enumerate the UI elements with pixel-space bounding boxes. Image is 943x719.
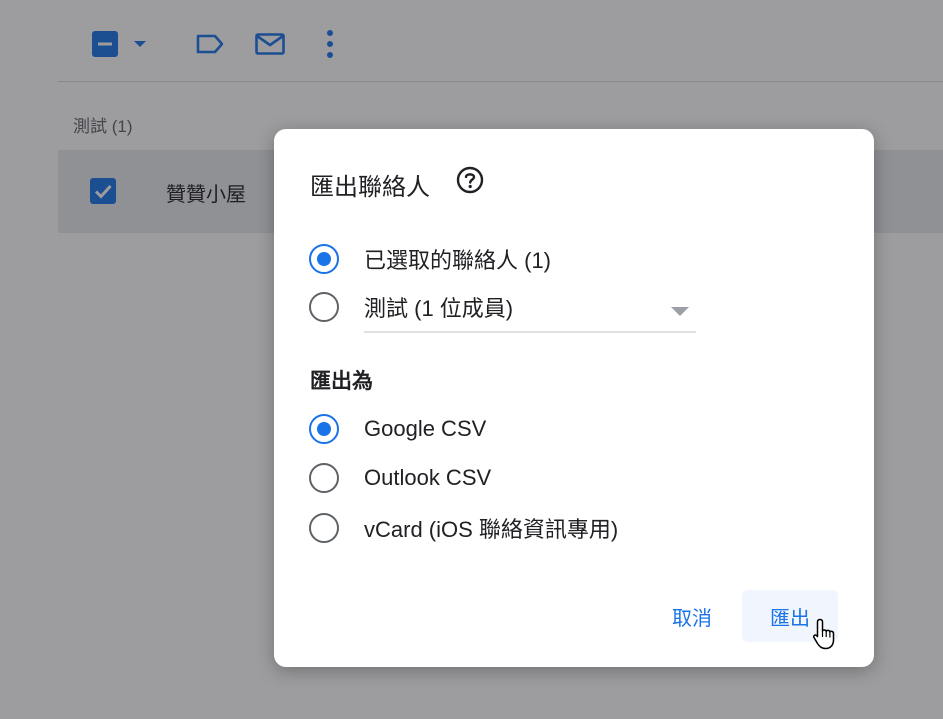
- format-option-outlook-csv[interactable]: Outlook CSV: [308, 460, 491, 496]
- format-option-label: Outlook CSV: [364, 465, 492, 490]
- dialog-title: 匯出聯絡人: [310, 174, 430, 201]
- radio-selected-icon[interactable]: [308, 243, 340, 275]
- help-icon[interactable]: [455, 165, 485, 195]
- format-option-vcard[interactable]: vCard (iOS 聯絡資訊專用): [308, 510, 618, 546]
- format-option-label: Google CSV: [364, 416, 487, 441]
- scope-option-label: 已選取的聯絡人 (1): [364, 248, 552, 273]
- group-select-dropdown[interactable]: 測試 (1 位成員): [364, 285, 696, 333]
- radio-unselected-icon[interactable]: [308, 512, 340, 544]
- cancel-button[interactable]: 取消: [656, 590, 728, 642]
- hand-pointer-icon: [812, 617, 838, 651]
- format-option-google-csv[interactable]: Google CSV: [308, 411, 486, 447]
- export-contacts-dialog: 匯出聯絡人 已選取的聯絡人 (1) 測試 (1 位成員) 匯出為 Google …: [274, 129, 874, 667]
- group-select-value: 測試 (1 位成員): [364, 296, 514, 321]
- radio-unselected-icon[interactable]: [308, 291, 340, 323]
- radio-selected-icon[interactable]: [308, 413, 340, 445]
- scope-option-group[interactable]: [308, 289, 340, 325]
- format-heading: 匯出為: [310, 370, 373, 393]
- dropdown-caret-icon: [670, 305, 690, 317]
- scope-option-selected-contacts[interactable]: 已選取的聯絡人 (1): [308, 241, 551, 277]
- format-option-label: vCard (iOS 聯絡資訊專用): [364, 517, 619, 542]
- radio-unselected-icon[interactable]: [308, 462, 340, 494]
